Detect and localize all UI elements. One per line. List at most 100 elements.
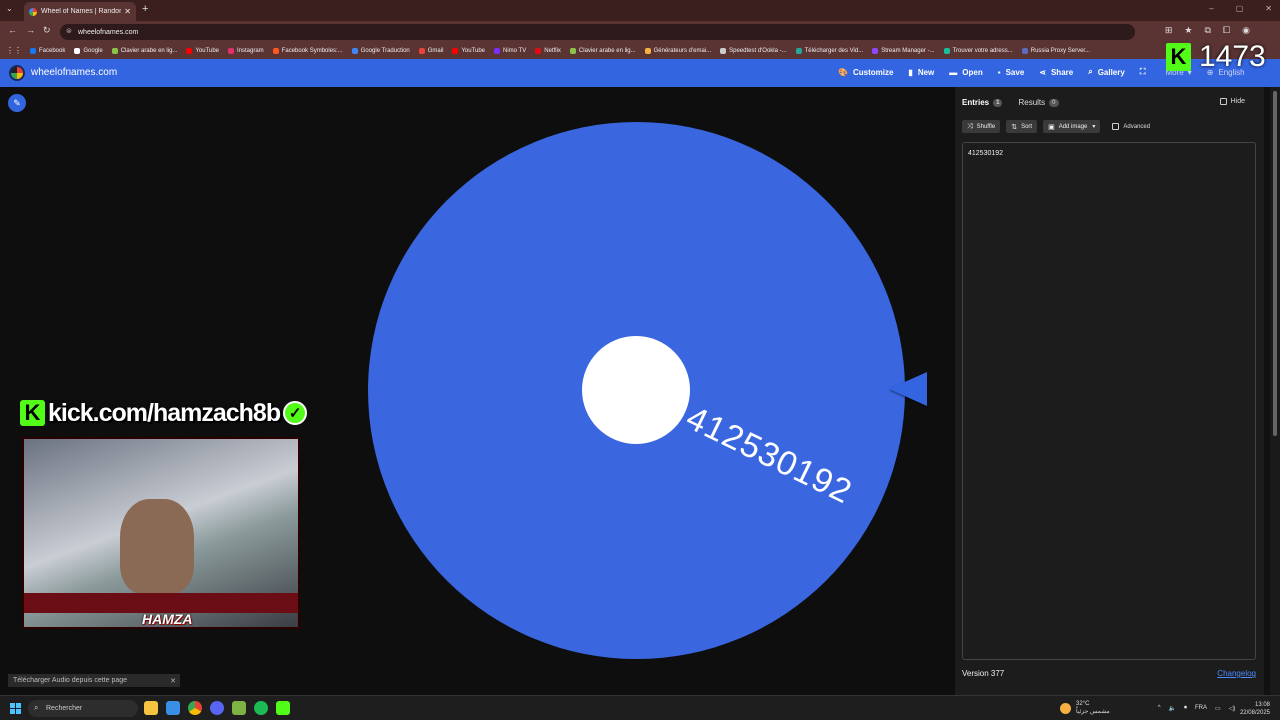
edit-pencil-icon[interactable]: ✎ (8, 94, 26, 112)
wheel-logo-icon[interactable] (9, 65, 25, 81)
speaker-icon[interactable]: 🔈 (1169, 705, 1176, 712)
download-audio-label: Télécharger Audio depuis cette page (13, 677, 128, 684)
browser-tab-bar: ⌄ Wheel of Names | Random nam ✕ + – ▢ ✕ (0, 0, 1280, 21)
extensions-puzzle-icon[interactable]: ⧠ (1223, 25, 1230, 36)
mail-icon[interactable] (166, 701, 180, 715)
page-scrollbar[interactable] (1270, 87, 1280, 695)
volume-icon[interactable]: ◁) (1229, 705, 1236, 712)
weather-sun-icon (1060, 702, 1071, 714)
minecraft-icon[interactable] (232, 701, 246, 715)
tab-entries[interactable]: Entries 1 (962, 98, 1003, 107)
menu-item-open[interactable]: ▬ Open (949, 67, 982, 77)
file-explorer-icon[interactable] (144, 701, 158, 715)
scrollbar-thumb[interactable] (1273, 91, 1277, 436)
translate-icon[interactable]: ⊞ (1165, 25, 1173, 36)
windows-taskbar: ⌕ Rechercher 32°C مشمس جزئياً ^ 🔈 ⏺ FRA … (0, 695, 1280, 720)
advanced-checkbox[interactable]: Advanced (1112, 123, 1150, 130)
bookmark-item[interactable]: Stream Manager -... (872, 47, 935, 54)
bookmark-item[interactable]: Gmail (418, 47, 444, 54)
entries-count-badge: 1 (993, 98, 1003, 107)
input-language[interactable]: FRA (1195, 705, 1207, 711)
kick-app-icon[interactable] (276, 701, 290, 715)
maximize-icon[interactable]: ▢ (1236, 4, 1244, 13)
bookmark-favicon-icon (795, 47, 802, 54)
close-tab-icon[interactable]: ✕ (124, 7, 131, 16)
bookmark-item[interactable]: Trouver votre adress... (943, 47, 1013, 54)
kick-counter-logo-icon: K (1166, 43, 1191, 71)
sort-label: Sort (1021, 123, 1033, 130)
sort-button[interactable]: ⇅ Sort (1006, 120, 1038, 133)
close-download-bar-icon[interactable]: ✕ (170, 677, 176, 685)
url-input[interactable]: ⊜ wheelofnames.com (60, 24, 1135, 40)
site-name[interactable]: wheelofnames.com (31, 67, 117, 78)
bookmark-item[interactable]: Speedtest d'Ookla -... (720, 47, 787, 54)
chrome-icon[interactable] (188, 701, 202, 715)
apps-grid-icon[interactable]: ⋮⋮ (6, 46, 22, 55)
bookmark-item[interactable]: Instagram (228, 47, 264, 54)
mic-icon[interactable]: ⏺ (1184, 705, 1187, 712)
checkbox-box[interactable] (1219, 98, 1227, 105)
browser-tab-active[interactable]: Wheel of Names | Random nam ✕ (24, 2, 136, 21)
menu-item-save[interactable]: ▪ Save (998, 67, 1025, 77)
back-arrow-icon[interactable]: ← (8, 25, 17, 35)
bookmark-item[interactable]: Russia Proxy Server... (1021, 47, 1090, 54)
bookmark-item[interactable]: Clavier arabe en lig... (569, 47, 636, 54)
reload-icon[interactable]: ↻ (43, 25, 51, 36)
entries-panel: Entries 1 Results 0 Hide ⤨ Shuffle ⇅ Sor… (955, 87, 1264, 695)
bookmark-item[interactable]: Google (74, 47, 103, 54)
monitor-icon[interactable]: ▭ (1215, 705, 1221, 712)
menu-item-customize[interactable]: 🎨 Customize (838, 67, 893, 77)
bookmark-item[interactable]: Facebook (30, 47, 65, 54)
menu-item-share[interactable]: ⋖ Share (1039, 67, 1073, 77)
windows-start-icon[interactable] (10, 703, 21, 714)
bookmark-item[interactable]: Netflix (535, 47, 561, 54)
bookmark-label: Speedtest d'Ookla -... (729, 47, 787, 54)
spotify-icon[interactable] (254, 701, 268, 715)
menu-item-fullscreen[interactable]: ⛶ (1140, 67, 1151, 77)
wheel[interactable]: 412530192 (368, 122, 905, 659)
extension-icon[interactable]: ⧉ (1205, 25, 1211, 36)
bookmark-item[interactable]: YouTube (452, 47, 485, 54)
save-icon: ▪ (997, 67, 1001, 77)
search-icon: ⌕ (1088, 67, 1093, 76)
system-clock[interactable]: 13:08 22/08/2025 (1240, 701, 1270, 717)
menu-item-new[interactable]: ▮ New (908, 67, 934, 77)
tab-search-chevron-icon[interactable]: ⌄ (6, 4, 13, 13)
bookmark-label: Gmail (427, 47, 444, 54)
bookmark-item[interactable]: Télécharger des Vid... (795, 47, 863, 54)
entries-textarea[interactable]: 412530192 (962, 142, 1256, 660)
hide-label: Hide (1230, 98, 1245, 105)
bookmark-item[interactable]: Google Traduction (351, 47, 410, 54)
taskbar-search-placeholder: Rechercher (46, 705, 83, 712)
bookmark-item[interactable]: Nimo TV (494, 47, 526, 54)
advanced-checkbox-box[interactable] (1112, 123, 1120, 130)
share-icon: ⋖ (1039, 67, 1046, 77)
add-image-button[interactable]: ▣ Add image ▾ (1043, 120, 1101, 133)
forward-arrow-icon[interactable]: → (26, 25, 35, 35)
bookmark-item[interactable]: YouTube (186, 47, 219, 54)
taskbar-search[interactable]: ⌕ Rechercher (28, 700, 138, 717)
close-window-icon[interactable]: ✕ (1265, 4, 1272, 13)
bookmark-label: Instagram (237, 47, 264, 54)
bookmark-favicon-icon (272, 47, 279, 54)
bookmark-star-icon[interactable]: ★ (1184, 25, 1192, 36)
bookmark-item[interactable]: Facebook Symboles:... (272, 47, 343, 54)
profile-icon[interactable]: ◉ (1242, 25, 1250, 36)
site-info-icon[interactable]: ⊜ (66, 27, 72, 35)
menu-item-gallery[interactable]: ⌕ Gallery (1088, 67, 1125, 77)
wheel-hub[interactable] (582, 336, 690, 444)
shuffle-button[interactable]: ⤨ Shuffle (962, 120, 1001, 133)
weather-widget[interactable]: 32°C مشمس جزئياً (1060, 700, 1110, 716)
bookmark-item[interactable]: Générateurs d'emai... (644, 47, 711, 54)
tab-results[interactable]: Results 0 (1018, 98, 1059, 107)
changelog-link[interactable]: Changelog (1217, 669, 1256, 678)
new-tab-plus-icon[interactable]: + (142, 3, 148, 15)
discord-icon[interactable] (210, 701, 224, 715)
hide-checkbox[interactable]: Hide (1219, 98, 1245, 105)
minimize-icon[interactable]: – (1209, 4, 1213, 13)
tray-chevron-icon[interactable]: ^ (1158, 705, 1161, 711)
bookmark-item[interactable]: Clavier arabe en lig... (111, 47, 177, 54)
download-audio-bar[interactable]: Télécharger Audio depuis cette page ✕ (8, 674, 180, 687)
menu-item-label: New (917, 67, 935, 77)
streamer-face (120, 499, 194, 594)
